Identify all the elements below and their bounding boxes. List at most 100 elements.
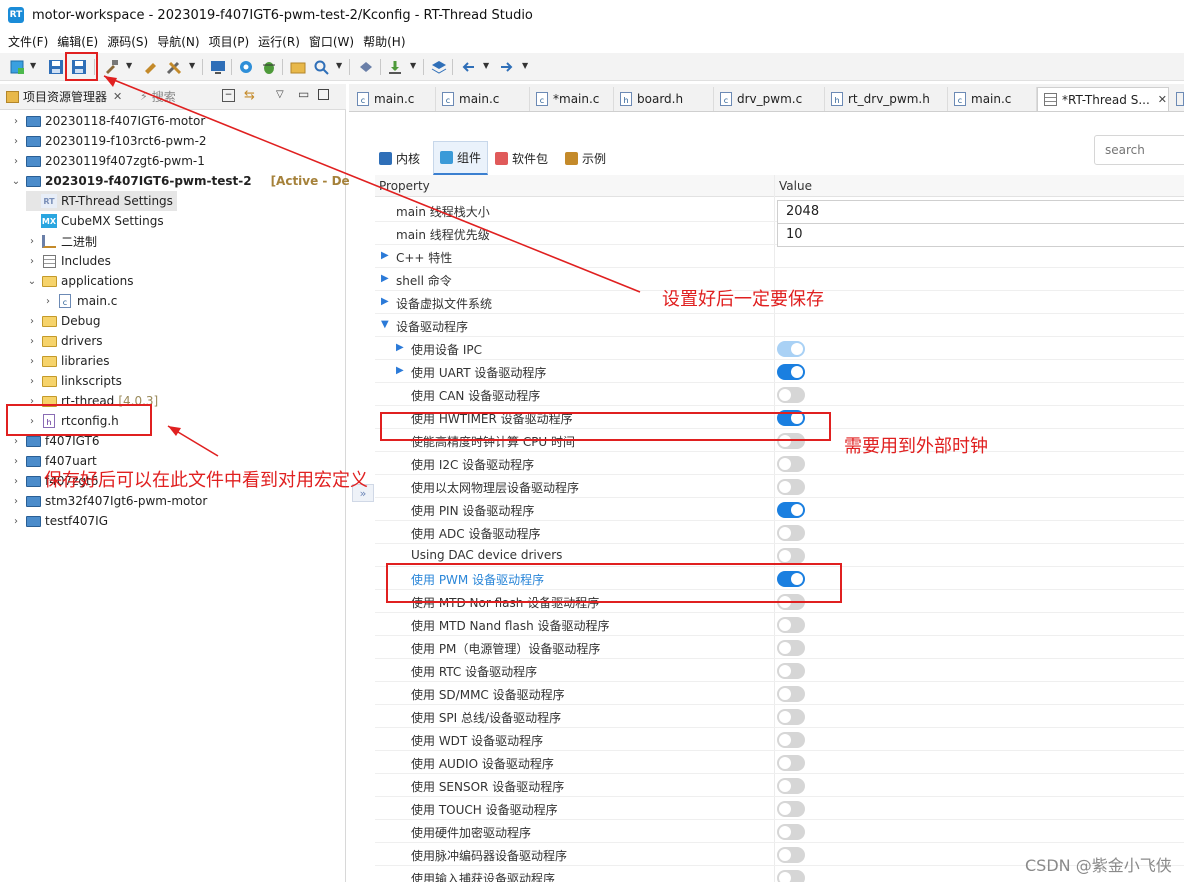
editor-tab-5[interactable]: h rt_drv_pwm.h xyxy=(825,87,948,111)
toggle-switch[interactable] xyxy=(777,732,805,748)
back-icon[interactable] xyxy=(459,58,477,76)
close-icon[interactable]: ✕ xyxy=(113,90,122,103)
maximize-icon[interactable] xyxy=(318,89,329,100)
collapsed-arrow-icon[interactable]: ▶ xyxy=(396,365,404,376)
collapsed-chevron-icon[interactable]: › xyxy=(10,516,22,527)
close-icon[interactable]: ✕ xyxy=(1158,93,1167,106)
expanded-chevron-icon[interactable]: ⌄ xyxy=(10,176,22,187)
property-row[interactable]: ▶ 使用设备 IPC xyxy=(375,337,1184,360)
menu-item-5[interactable]: 运行(R) xyxy=(256,33,307,50)
property-row[interactable]: 使用 SD/MMC 设备驱动程序 xyxy=(375,682,1184,705)
toggle-switch[interactable] xyxy=(777,479,805,495)
collapsed-chevron-icon[interactable]: › xyxy=(10,496,22,507)
toggle-switch[interactable] xyxy=(777,456,805,472)
expanded-arrow-icon[interactable]: ▼ xyxy=(381,319,389,330)
forward-icon[interactable] xyxy=(498,58,516,76)
layers-icon[interactable] xyxy=(430,58,448,76)
property-row[interactable]: 使用 ADC 设备驱动程序 xyxy=(375,521,1184,544)
editor-tab-1[interactable]: c main.c xyxy=(436,87,530,111)
editor-tab-3[interactable]: h board.h xyxy=(614,87,714,111)
menu-item-3[interactable]: 导航(N) xyxy=(155,33,206,50)
property-value-input[interactable]: 2048 xyxy=(777,200,1184,224)
tree-item-20230119-f103rct6-pwm-2[interactable]: › 20230119-f103rct6-pwm-2 xyxy=(10,131,207,151)
menu-item-1[interactable]: 编辑(E) xyxy=(55,33,105,50)
menu-item-2[interactable]: 源码(S) xyxy=(105,33,155,50)
new-dropdown-icon[interactable]: ▼ xyxy=(30,61,36,70)
new-icon[interactable] xyxy=(8,58,26,76)
toggle-switch[interactable] xyxy=(777,870,805,882)
collapsed-chevron-icon[interactable]: › xyxy=(26,376,38,387)
toggle-switch[interactable] xyxy=(777,617,805,633)
tree-item-main-c[interactable]: › c main.c xyxy=(42,291,117,311)
collapsed-chevron-icon[interactable]: › xyxy=(26,236,38,247)
property-row[interactable]: 使用 RTC 设备驱动程序 xyxy=(375,659,1184,682)
tree-item-debug[interactable]: › Debug xyxy=(26,311,100,331)
terminal-icon[interactable] xyxy=(209,58,227,76)
toggle-switch[interactable] xyxy=(777,709,805,725)
property-row[interactable]: 使用以太网物理层设备驱动程序 xyxy=(375,475,1184,498)
forward-dropdown-icon[interactable]: ▼ xyxy=(522,61,528,70)
settings-icon[interactable] xyxy=(237,58,255,76)
back-dropdown-icon[interactable]: ▼ xyxy=(483,61,489,70)
toggle-switch[interactable] xyxy=(777,387,805,403)
tree-item-20230118-f407igt6-motor[interactable]: › 20230118-f407IGT6-motor xyxy=(10,111,205,131)
link-editor-icon[interactable]: ⇆ xyxy=(244,88,255,103)
collapsed-arrow-icon[interactable]: ▶ xyxy=(396,342,404,353)
toggle-switch[interactable] xyxy=(777,548,805,564)
download-icon[interactable] xyxy=(386,58,404,76)
tree-item-includes[interactable]: › Includes xyxy=(26,251,111,271)
property-row[interactable]: main 线程优先级 10 xyxy=(375,222,1184,247)
property-row[interactable]: 使用 MTD Nand flash 设备驱动程序 xyxy=(375,613,1184,636)
collapsed-chevron-icon[interactable]: › xyxy=(42,296,54,307)
collapsed-chevron-icon[interactable]: › xyxy=(26,316,38,327)
tab-search[interactable]: ⚡ 搜索 xyxy=(140,88,176,105)
tree-item-libraries[interactable]: › libraries xyxy=(26,351,109,371)
tab-project-explorer[interactable]: 项目资源管理器 ✕ xyxy=(6,88,122,105)
property-row[interactable]: ▶ 使用 UART 设备驱动程序 xyxy=(375,360,1184,383)
editor-tab-6[interactable]: c main.c xyxy=(948,87,1037,111)
toggle-switch[interactable] xyxy=(777,364,805,380)
property-row[interactable]: 使用 SPI 总线/设备驱动程序 xyxy=(375,705,1184,728)
collapsed-arrow-icon[interactable]: ▶ xyxy=(381,273,389,284)
property-row[interactable]: 使用 PIN 设备驱动程序 xyxy=(375,498,1184,521)
tree-item-2023019-f407igt6-pwm-test-2[interactable]: ⌄ 2023019-f407IGT6-pwm-test-2 [Active - De… xyxy=(10,171,381,191)
settings-tab-1[interactable]: 组件 xyxy=(433,141,489,175)
property-row[interactable]: 使用 SENSOR 设备驱动程序 xyxy=(375,774,1184,797)
toggle-switch[interactable] xyxy=(777,640,805,656)
download-dropdown-icon[interactable]: ▼ xyxy=(410,61,416,70)
toggle-switch[interactable] xyxy=(777,686,805,702)
property-row[interactable]: 使用 CAN 设备驱动程序 xyxy=(375,383,1184,406)
property-row[interactable]: 使用硬件加密驱动程序 xyxy=(375,820,1184,843)
collapsed-chevron-icon[interactable]: › xyxy=(26,256,38,267)
property-row[interactable]: 使用 AUDIO 设备驱动程序 xyxy=(375,751,1184,774)
tree-item-20230119f407zgt6-pwm-1[interactable]: › 20230119f407zgt6-pwm-1 xyxy=(10,151,205,171)
toggle-switch[interactable] xyxy=(777,663,805,679)
collapsed-chevron-icon[interactable]: › xyxy=(10,136,22,147)
tree-item--[interactable]: › 二进制 xyxy=(26,231,97,251)
settings-tab-3[interactable]: 示例 xyxy=(565,141,606,175)
collapsed-chevron-icon[interactable]: › xyxy=(26,336,38,347)
property-row[interactable]: 使用 PM（电源管理）设备驱动程序 xyxy=(375,636,1184,659)
toggle-switch[interactable] xyxy=(777,847,805,863)
toggle-switch[interactable] xyxy=(777,824,805,840)
property-row[interactable]: 使用 TOUCH 设备驱动程序 xyxy=(375,797,1184,820)
tree-item-drivers[interactable]: › drivers xyxy=(26,331,103,351)
editor-tab-7[interactable]: *RT-Thread S... ✕ xyxy=(1037,87,1169,111)
tree-item-rt-thread-settings[interactable]: RT RT-Thread Settings xyxy=(26,191,177,211)
property-value-input[interactable]: 10 xyxy=(777,223,1184,247)
tools-dropdown-icon[interactable]: ▼ xyxy=(189,61,195,70)
tree-item-cubemx-settings[interactable]: MX CubeMX Settings xyxy=(26,211,164,231)
editor-tab-0[interactable]: c main.c xyxy=(351,87,436,111)
collapsed-chevron-icon[interactable]: › xyxy=(10,436,22,447)
build-dropdown-icon[interactable]: ▼ xyxy=(126,61,132,70)
collapsed-chevron-icon[interactable]: › xyxy=(10,116,22,127)
collapsed-chevron-icon[interactable]: › xyxy=(10,156,22,167)
toggle-switch[interactable] xyxy=(777,525,805,541)
collapsed-chevron-icon[interactable]: › xyxy=(10,456,22,467)
view-menu-icon[interactable]: ▽ xyxy=(276,89,284,100)
collapsed-chevron-icon[interactable]: › xyxy=(10,476,22,487)
menu-item-6[interactable]: 窗口(W) xyxy=(307,33,361,50)
more-tabs-icon[interactable] xyxy=(1176,92,1184,106)
toggle-switch[interactable] xyxy=(777,341,805,357)
menu-item-4[interactable]: 项目(P) xyxy=(207,33,257,50)
